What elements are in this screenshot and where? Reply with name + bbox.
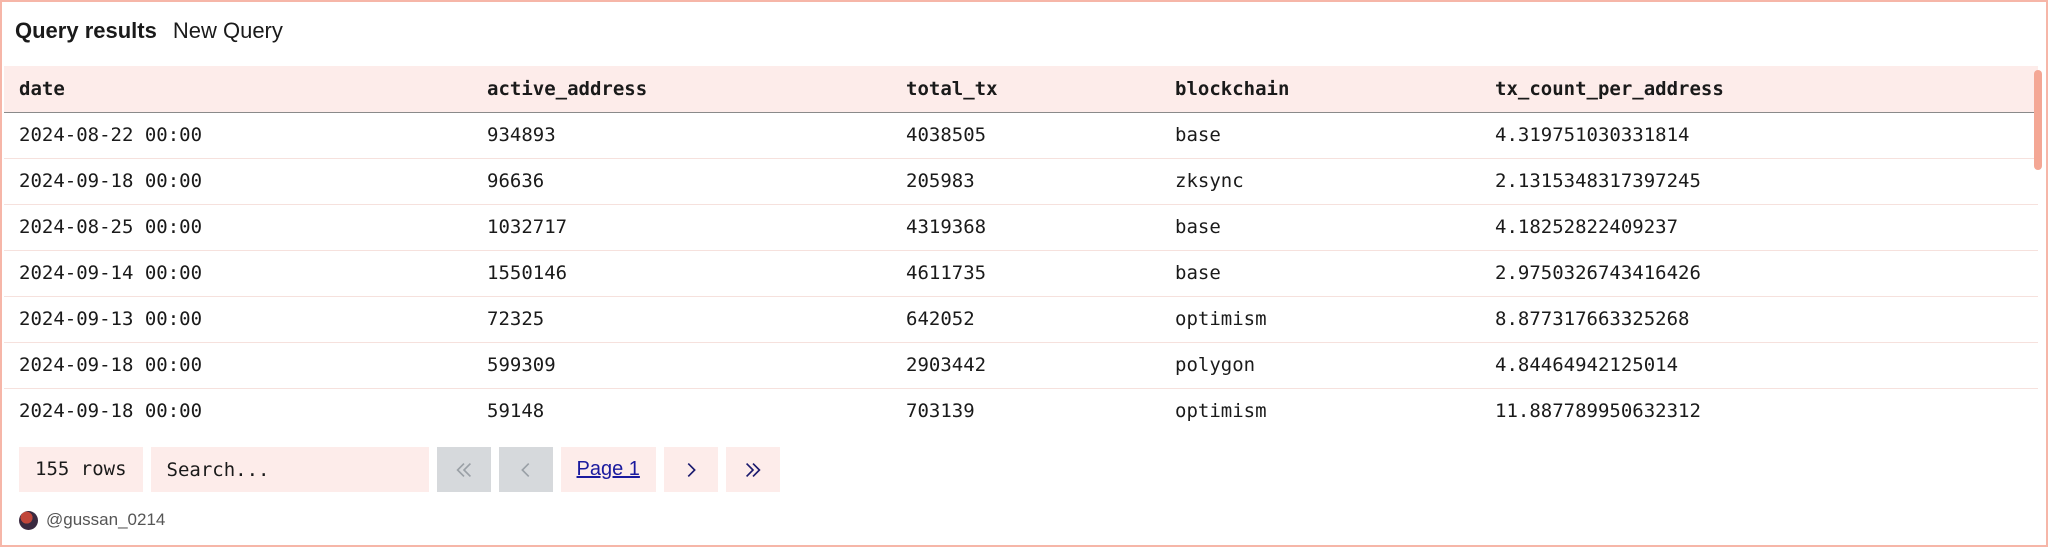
row-count: 155 rows bbox=[19, 447, 143, 492]
cell-tx-count-per-address: 8.877317663325268 bbox=[1495, 308, 1690, 330]
cell-tx-count-per-address: 4.18252822409237 bbox=[1495, 216, 1679, 238]
table-row: 2024-09-18 00:00 96636 205983 zksync 2.1… bbox=[4, 158, 2038, 204]
cell-date: 2024-09-18 00:00 bbox=[19, 354, 203, 376]
cell-total-tx: 2903442 bbox=[906, 354, 987, 376]
query-name[interactable]: New Query bbox=[173, 18, 283, 44]
cell-tx-count-per-address: 11.887789950632312 bbox=[1495, 400, 1701, 422]
table-row: 2024-08-25 00:00 1032717 4319368 base 4.… bbox=[4, 204, 2038, 250]
cell-date: 2024-09-18 00:00 bbox=[19, 400, 203, 422]
cell-tx-count-per-address: 2.9750326743416426 bbox=[1495, 262, 1701, 284]
table-row: 2024-09-18 00:00 599309 2903442 polygon … bbox=[4, 342, 2038, 388]
cell-active-address: 72325 bbox=[487, 308, 545, 330]
search-input[interactable] bbox=[150, 447, 429, 492]
table-scrollbar[interactable] bbox=[2032, 66, 2044, 428]
cell-tx-count-per-address: 2.1315348317397245 bbox=[1495, 170, 1701, 192]
cell-active-address: 96636 bbox=[487, 170, 545, 192]
cell-active-address: 1550146 bbox=[487, 262, 568, 284]
results-table: date active_address total_tx blockchain … bbox=[4, 66, 2038, 428]
column-header-date[interactable]: date bbox=[4, 66, 472, 113]
cell-tx-count-per-address: 4.84464942125014 bbox=[1495, 354, 1679, 376]
cell-date: 2024-08-25 00:00 bbox=[19, 216, 203, 238]
cell-blockchain: base bbox=[1175, 124, 1221, 146]
scrollbar-thumb[interactable] bbox=[2034, 70, 2042, 170]
cell-active-address: 934893 bbox=[487, 124, 556, 146]
cell-blockchain: polygon bbox=[1175, 354, 1256, 376]
cell-total-tx: 703139 bbox=[906, 400, 975, 422]
cell-blockchain: base bbox=[1175, 216, 1221, 238]
first-page-button[interactable] bbox=[436, 447, 491, 492]
cell-date: 2024-08-22 00:00 bbox=[19, 124, 203, 146]
table-header-row: date active_address total_tx blockchain … bbox=[4, 66, 2038, 113]
column-header-active-address[interactable]: active_address bbox=[472, 66, 891, 113]
chevron-right-icon bbox=[687, 462, 696, 477]
results-table-container[interactable]: date active_address total_tx blockchain … bbox=[4, 66, 2038, 428]
author-username[interactable]: @gussan_0214 bbox=[46, 510, 165, 530]
chevron-left-icon bbox=[520, 462, 529, 477]
cell-active-address: 1032717 bbox=[487, 216, 568, 238]
cell-total-tx: 4319368 bbox=[906, 216, 987, 238]
cell-date: 2024-09-18 00:00 bbox=[19, 170, 203, 192]
column-header-tx-count-per-address[interactable]: tx_count_per_address bbox=[1480, 66, 2038, 113]
panel-header: Query results New Query bbox=[15, 16, 283, 46]
author-footer: @gussan_0214 bbox=[19, 508, 165, 532]
cell-active-address: 599309 bbox=[487, 354, 556, 376]
panel-title: Query results bbox=[15, 18, 157, 43]
cell-blockchain: base bbox=[1175, 262, 1221, 284]
cell-active-address: 59148 bbox=[487, 400, 545, 422]
cell-total-tx: 205983 bbox=[906, 170, 975, 192]
table-row: 2024-09-13 00:00 72325 642052 optimism 8… bbox=[4, 296, 2038, 342]
cell-blockchain: optimism bbox=[1175, 308, 1267, 330]
double-chevron-right-icon bbox=[745, 462, 761, 477]
column-header-blockchain[interactable]: blockchain bbox=[1160, 66, 1480, 113]
cell-blockchain: optimism bbox=[1175, 400, 1267, 422]
query-results-panel: Query results New Query date active_addr… bbox=[0, 0, 2048, 547]
next-page-button[interactable] bbox=[663, 447, 718, 492]
cell-date: 2024-09-13 00:00 bbox=[19, 308, 203, 330]
table-row: 2024-09-14 00:00 1550146 4611735 base 2.… bbox=[4, 250, 2038, 296]
pagination-toolbar: 155 rows Page 1 bbox=[19, 447, 780, 492]
cell-date: 2024-09-14 00:00 bbox=[19, 262, 203, 284]
table-row: 2024-09-18 00:00 59148 703139 optimism 1… bbox=[4, 388, 2038, 428]
cell-tx-count-per-address: 4.319751030331814 bbox=[1495, 124, 1690, 146]
column-header-total-tx[interactable]: total_tx bbox=[891, 66, 1160, 113]
last-page-button[interactable] bbox=[725, 447, 780, 492]
cell-total-tx: 4038505 bbox=[906, 124, 987, 146]
previous-page-button[interactable] bbox=[498, 447, 553, 492]
cell-total-tx: 642052 bbox=[906, 308, 975, 330]
avatar[interactable] bbox=[19, 510, 38, 530]
cell-total-tx: 4611735 bbox=[906, 262, 987, 284]
current-page-link[interactable]: Page 1 bbox=[560, 447, 656, 492]
cell-blockchain: zksync bbox=[1175, 170, 1244, 192]
double-chevron-left-icon bbox=[455, 462, 471, 477]
table-row: 2024-08-22 00:00 934893 4038505 base 4.3… bbox=[4, 112, 2038, 158]
